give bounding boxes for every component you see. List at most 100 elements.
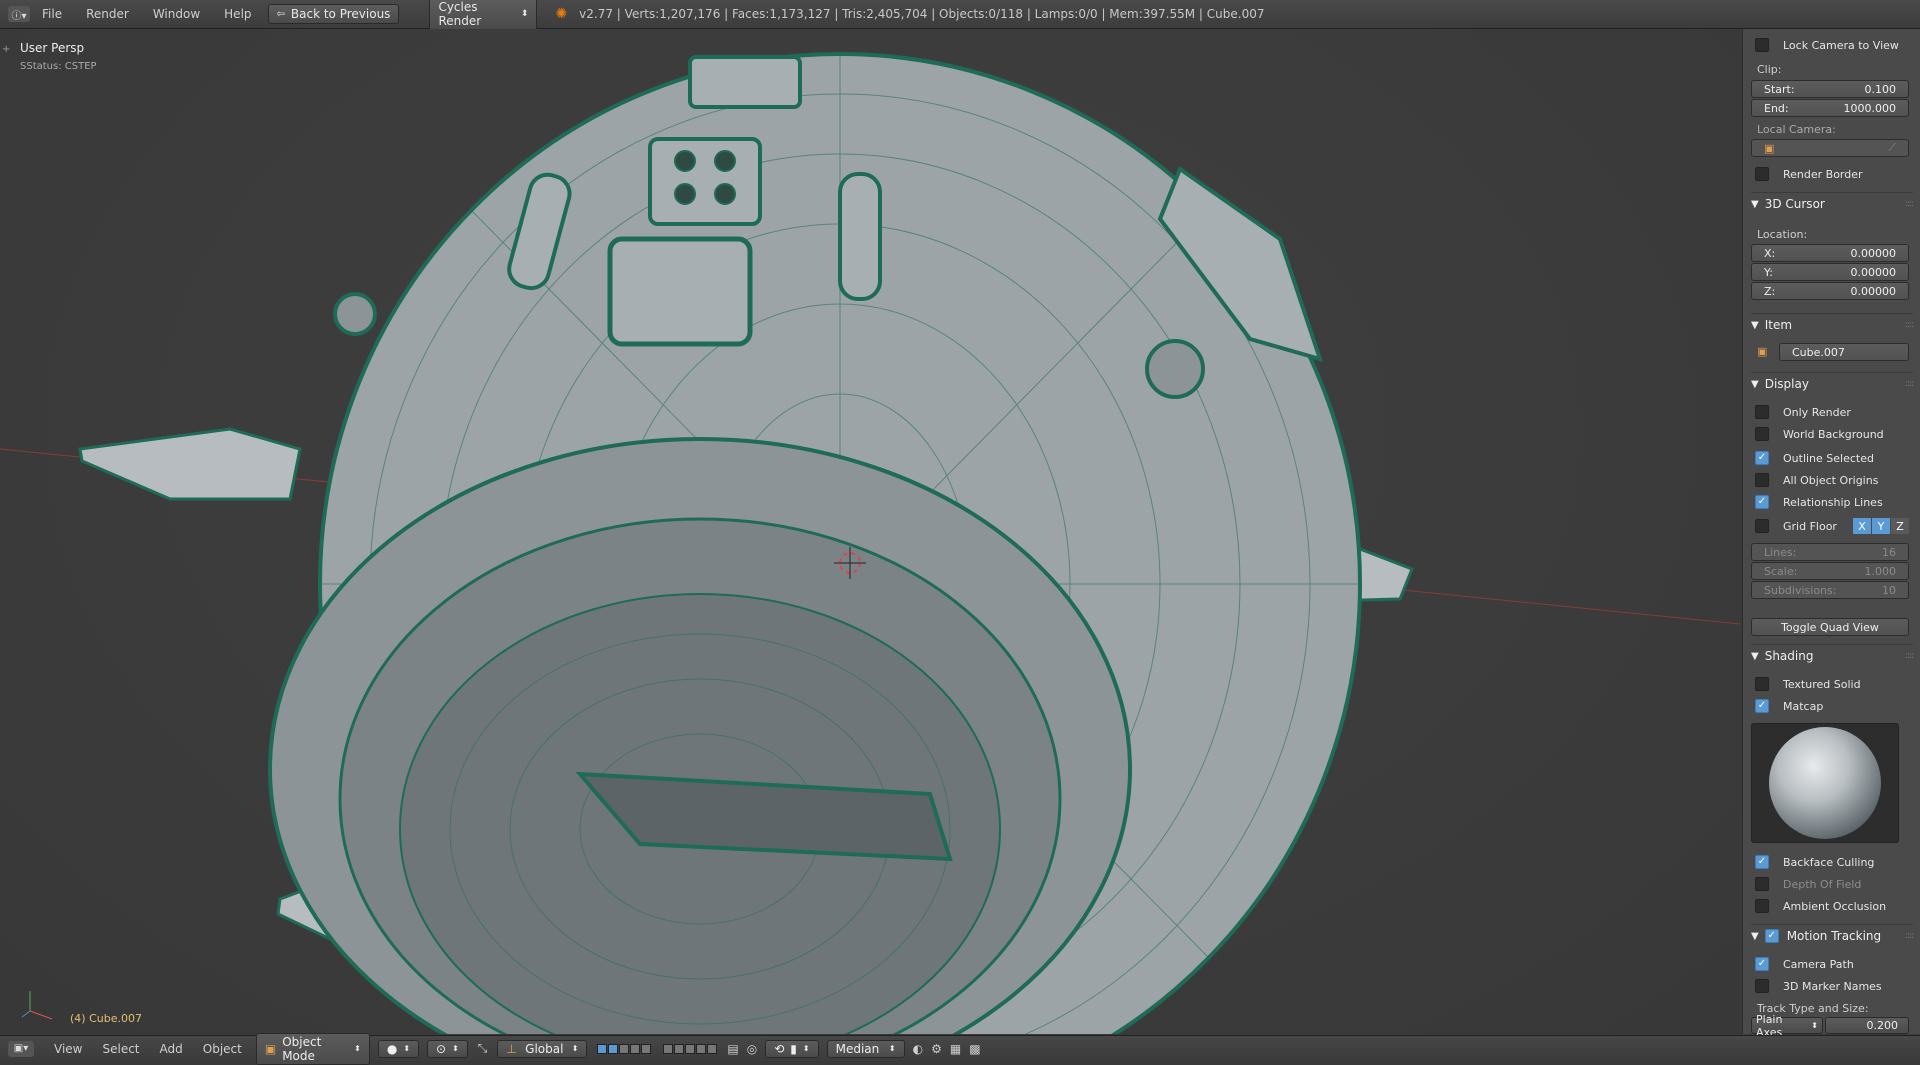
- object-name-field[interactable]: Cube.007: [1779, 343, 1909, 361]
- render-view-icon[interactable]: ▦: [950, 1042, 961, 1056]
- toggle-quad-view-button[interactable]: Toggle Quad View: [1751, 618, 1909, 636]
- checkbox-icon: [1755, 877, 1769, 891]
- opengl-animation-icon[interactable]: ⚙: [931, 1042, 942, 1056]
- checkbox-icon: [1755, 38, 1769, 52]
- motion-tracking-checkbox[interactable]: [1764, 929, 1779, 943]
- panel-3d-cursor-header[interactable]: ▼ 3D Cursor::::: [1751, 192, 1914, 215]
- collapse-triangle-icon: ▼: [1751, 319, 1759, 331]
- snap-element-select[interactable]: ⟲ ▮ ⬍: [765, 1039, 819, 1058]
- track-size-field[interactable]: 0.200: [1825, 1017, 1909, 1034]
- top-header: ⓘ▾ File Render Window Help ⇦ Back to Pre…: [0, 0, 1920, 31]
- drag-grip-icon[interactable]: ::::: [1905, 379, 1914, 389]
- select-arrows-icon: ⬍: [888, 1044, 896, 1053]
- clip-end-field[interactable]: End: 1000.000: [1751, 99, 1909, 117]
- render-border-checkbox[interactable]: Render Border: [1755, 165, 1909, 183]
- pivot-point-select[interactable]: ⊙ ⬍: [427, 1039, 468, 1058]
- menu-render[interactable]: Render: [86, 7, 129, 21]
- menu-file[interactable]: File: [42, 7, 62, 21]
- local-camera-field[interactable]: ▣ ⟋: [1751, 139, 1909, 157]
- 3d-viewport[interactable]: User Persp SStatus: CSTEP + (4) Cube.007: [0, 29, 1740, 1034]
- opengl-render-icon[interactable]: ◐: [913, 1042, 923, 1056]
- panel-item-header[interactable]: ▼ Item::::: [1751, 313, 1914, 336]
- relationship-lines-checkbox[interactable]: Relationship Lines: [1755, 493, 1909, 511]
- panel-shading-header[interactable]: ▼ Shading::::: [1751, 644, 1914, 667]
- menu-add[interactable]: Add: [160, 1042, 183, 1056]
- world-background-label: World Background: [1783, 427, 1884, 441]
- render-engine-select[interactable]: Cycles Render ⬍: [429, 0, 538, 31]
- grid-axis-x-toggle[interactable]: X: [1853, 518, 1871, 534]
- grid-lines-field[interactable]: Lines: 16: [1751, 543, 1909, 561]
- editor-type-icon[interactable]: ⓘ▾: [8, 6, 30, 22]
- menu-help[interactable]: Help: [224, 7, 251, 21]
- grid-axis-y-toggle[interactable]: Y: [1872, 518, 1890, 534]
- marker-names-checkbox[interactable]: 3D Marker Names: [1755, 977, 1909, 995]
- clip-start-field[interactable]: Start: 0.100: [1751, 80, 1909, 98]
- grid-lines-value: 16: [1882, 545, 1896, 559]
- lock-layers-icon[interactable]: ▤: [727, 1042, 738, 1056]
- grid-scale-label: Scale:: [1764, 564, 1798, 578]
- cursor-y-field[interactable]: Y: 0.00000: [1751, 263, 1909, 281]
- select-arrows-icon: ⬍: [354, 1044, 361, 1053]
- menu-window[interactable]: Window: [153, 7, 200, 21]
- eyedropper-icon[interactable]: ⟋: [1888, 141, 1896, 155]
- menu-select[interactable]: Select: [102, 1042, 139, 1056]
- manipulator-toggle-icon[interactable]: ⤡: [478, 1041, 488, 1056]
- panel-display-header[interactable]: ▼ Display::::: [1751, 372, 1914, 395]
- all-object-origins-checkbox[interactable]: All Object Origins: [1755, 471, 1909, 489]
- camera-path-checkbox[interactable]: Camera Path: [1755, 955, 1909, 973]
- drag-grip-icon[interactable]: ::::: [1905, 320, 1914, 330]
- matcap-checkbox[interactable]: Matcap: [1755, 697, 1909, 715]
- editor-type-3d-icon[interactable]: ▣▾: [8, 1040, 34, 1057]
- render-engine-label: Cycles Render: [438, 0, 482, 28]
- matcap-label: Matcap: [1783, 699, 1824, 713]
- cube-icon: ▣: [264, 1041, 277, 1056]
- button-panel: [648, 137, 762, 226]
- checkbox-icon: [1755, 427, 1769, 441]
- back-to-previous-button[interactable]: ⇦ Back to Previous: [267, 4, 400, 24]
- snap-target-select[interactable]: Median ⬍: [826, 1039, 905, 1058]
- backface-culling-checkbox[interactable]: Backface Culling: [1755, 853, 1909, 871]
- textured-solid-checkbox[interactable]: Textured Solid: [1755, 675, 1909, 693]
- viewport-shading-select[interactable]: ● ⬍: [377, 1039, 420, 1058]
- layer-buttons-2[interactable]: [663, 1043, 718, 1054]
- cursor-y-value: 0.00000: [1850, 265, 1897, 279]
- cursor-x-value: 0.00000: [1850, 246, 1897, 260]
- layer-buttons[interactable]: [597, 1043, 652, 1054]
- panel-title: Item: [1764, 318, 1793, 332]
- grid-axis-z-toggle[interactable]: Z: [1891, 518, 1909, 534]
- cursor-x-field[interactable]: X: 0.00000: [1751, 244, 1909, 262]
- cursor-x-label: X:: [1764, 246, 1776, 260]
- menu-view[interactable]: View: [54, 1042, 82, 1056]
- grid-subdivisions-label: Subdivisions:: [1764, 583, 1837, 597]
- drag-grip-icon[interactable]: ::::: [1905, 199, 1914, 209]
- spaceship-mesh[interactable]: [0, 29, 1740, 1034]
- select-arrows-icon: ⬍: [802, 1044, 810, 1053]
- grid-floor-checkbox[interactable]: Grid Floor X Y Z: [1755, 517, 1909, 535]
- collapse-triangle-icon: ▼: [1751, 198, 1759, 210]
- backface-culling-label: Backface Culling: [1783, 855, 1875, 869]
- drag-grip-icon[interactable]: ::::: [1905, 931, 1914, 941]
- depth-of-field-checkbox[interactable]: Depth Of Field: [1755, 875, 1909, 893]
- outline-selected-checkbox[interactable]: Outline Selected: [1755, 449, 1909, 467]
- matcap-sphere: [1769, 727, 1881, 839]
- matcap-preview[interactable]: [1751, 723, 1899, 843]
- cursor-z-value: 0.00000: [1850, 284, 1897, 298]
- mode-value: Object Mode: [282, 1034, 322, 1063]
- menu-object[interactable]: Object: [203, 1042, 242, 1056]
- cursor-z-field[interactable]: Z: 0.00000: [1751, 282, 1909, 300]
- relationship-lines-label: Relationship Lines: [1783, 495, 1883, 509]
- proportional-edit-icon[interactable]: ◎: [747, 1042, 757, 1056]
- world-background-checkbox[interactable]: World Background: [1755, 425, 1909, 443]
- drag-grip-icon[interactable]: ::::: [1905, 651, 1914, 661]
- checkbox-icon: [1755, 979, 1769, 993]
- track-type-select[interactable]: Plain Axes ⬍: [1751, 1013, 1823, 1039]
- transform-orientation-select[interactable]: ⊥ Global ⬍: [497, 1039, 588, 1058]
- grid-subdivisions-field[interactable]: Subdivisions: 10: [1751, 581, 1909, 599]
- lock-camera-checkbox[interactable]: Lock Camera to View: [1755, 36, 1909, 54]
- ambient-occlusion-checkbox[interactable]: Ambient Occlusion: [1755, 897, 1909, 915]
- only-render-checkbox[interactable]: Only Render: [1755, 403, 1909, 421]
- panel-motion-tracking-header[interactable]: ▼ Motion Tracking::::: [1751, 924, 1914, 947]
- render-anim-icon[interactable]: ▩: [969, 1042, 980, 1056]
- grid-scale-field[interactable]: Scale: 1.000: [1751, 562, 1909, 580]
- scene-statistics: v2.77 | Verts:1,207,176 | Faces:1,173,12…: [579, 7, 1265, 21]
